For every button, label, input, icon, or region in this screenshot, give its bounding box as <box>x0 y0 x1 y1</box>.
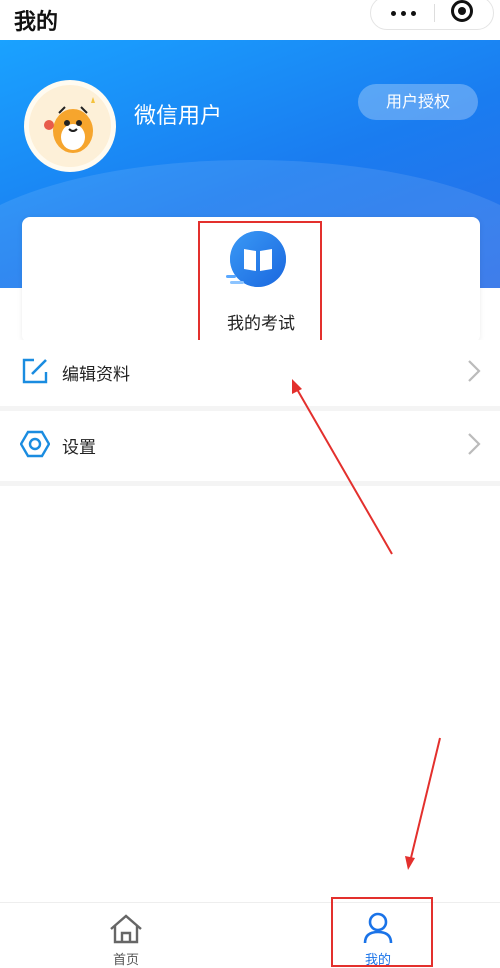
more-options-icon[interactable] <box>385 3 429 23</box>
home-icon <box>110 914 142 944</box>
edit-icon <box>22 358 48 384</box>
avatar[interactable] <box>24 80 116 172</box>
chevron-right-icon <box>468 433 481 455</box>
highlight-box-mine-tab <box>331 897 433 967</box>
menu-item-edit-profile[interactable]: 编辑资料 <box>0 340 500 408</box>
tab-home[interactable]: 首页 <box>76 911 176 968</box>
close-mini-program-icon[interactable] <box>451 0 473 22</box>
settings-icon <box>20 430 50 458</box>
divider <box>0 481 500 486</box>
user-authorize-button[interactable]: 用户授权 <box>358 84 478 120</box>
arrowhead-mine-tab <box>405 856 415 870</box>
divider <box>0 406 500 411</box>
capsule-divider <box>434 4 435 22</box>
menu-item-label: 设置 <box>62 438 96 458</box>
highlight-box-my-exams <box>198 221 322 344</box>
tab-home-label: 首页 <box>112 953 139 968</box>
username: 微信用户 <box>134 104 223 129</box>
chevron-right-icon <box>468 360 481 382</box>
tiger-avatar-icon <box>29 85 111 167</box>
arrow-to-mine-tab <box>409 737 441 863</box>
mini-program-capsule <box>370 0 494 30</box>
page-title: 我的 <box>14 10 59 35</box>
menu-item-settings[interactable]: 设置 <box>0 413 500 481</box>
menu-item-label: 编辑资料 <box>62 365 130 385</box>
top-bar: 我的 <box>0 0 500 40</box>
